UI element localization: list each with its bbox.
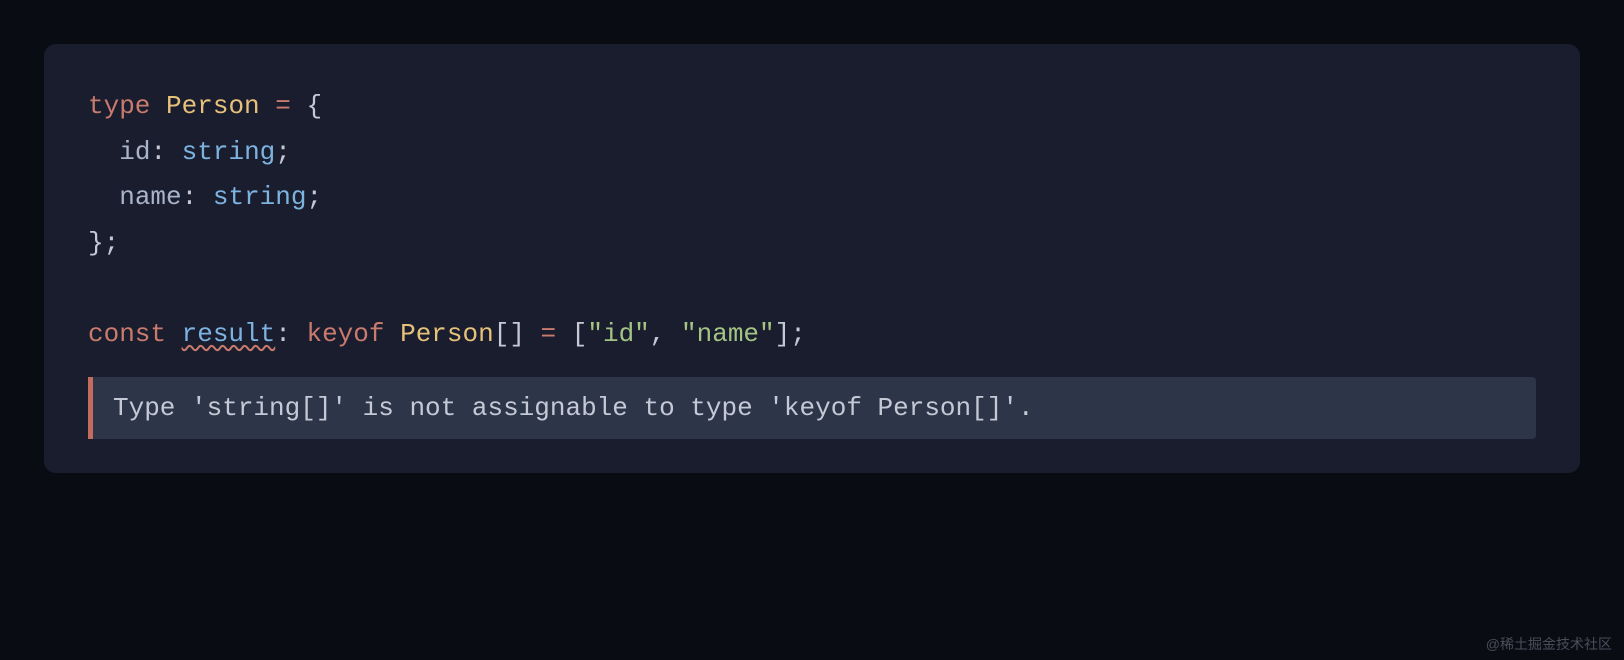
comma: ,: [650, 319, 666, 349]
code-line-1: type Person = {: [88, 84, 1536, 130]
watermark-text: @稀土掘金技术社区: [1486, 634, 1612, 654]
type-string: string: [213, 182, 307, 212]
code-snippet-container: type Person = { id: string; name: string…: [44, 44, 1580, 473]
code-block: type Person = { id: string; name: string…: [44, 84, 1580, 357]
colon: :: [182, 182, 198, 212]
colon: :: [275, 319, 291, 349]
code-line-3: name: string;: [88, 175, 1536, 221]
string-name: "name": [681, 319, 775, 349]
keyword-type: type: [88, 91, 150, 121]
bracket-close: ];: [775, 319, 806, 349]
semicolon: ;: [275, 137, 291, 167]
code-line-6: const result: keyof Person[] = ["id", "n…: [88, 312, 1536, 358]
error-message-box: Type 'string[]' is not assignable to typ…: [88, 377, 1536, 439]
operator-equals: =: [541, 319, 557, 349]
type-string: string: [182, 137, 276, 167]
brackets: []: [494, 319, 525, 349]
colon: :: [150, 137, 166, 167]
brace-open: {: [306, 91, 322, 121]
string-id: "id": [587, 319, 649, 349]
code-line-2: id: string;: [88, 130, 1536, 176]
property-id: id: [119, 137, 150, 167]
type-name-person: Person: [166, 91, 260, 121]
semicolon: ;: [306, 182, 322, 212]
code-line-5: [88, 266, 1536, 312]
brace-close: };: [88, 228, 119, 258]
type-name-person: Person: [400, 319, 494, 349]
operator-equals: =: [275, 91, 291, 121]
keyword-keyof: keyof: [306, 319, 384, 349]
variable-result-error: result: [182, 319, 276, 349]
bracket-open: [: [572, 319, 588, 349]
property-name: name: [119, 182, 181, 212]
keyword-const: const: [88, 319, 166, 349]
code-line-4: };: [88, 221, 1536, 267]
error-message-text: Type 'string[]' is not assignable to typ…: [113, 393, 1034, 423]
